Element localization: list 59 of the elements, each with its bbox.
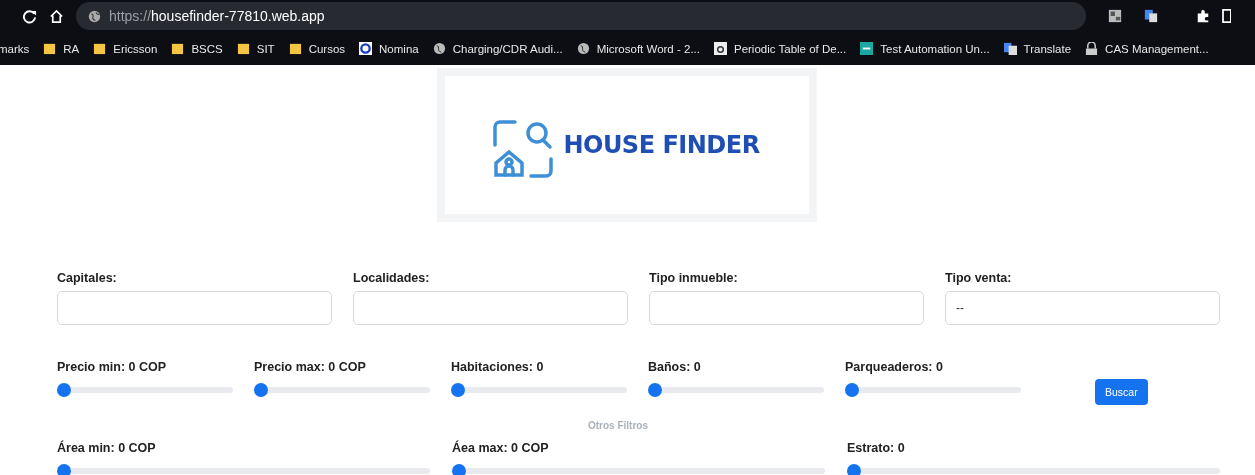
slider-thumb[interactable]: [648, 383, 662, 397]
folder-icon: [93, 42, 107, 55]
bookmark[interactable]: Microsoft Word - 2...: [576, 42, 700, 55]
lock-icon: [1085, 42, 1099, 55]
house-search-icon: [493, 119, 554, 179]
logo-text: HOUSE FINDER: [563, 131, 760, 159]
slider-thumb[interactable]: [57, 383, 71, 397]
slider-label: Precio max: 0 COP: [254, 360, 367, 374]
bookmark[interactable]: Cursos: [288, 42, 346, 55]
input-field[interactable]: --: [945, 291, 1220, 325]
slider-label: Áea max: 0 COP: [452, 441, 550, 455]
slider-thumb[interactable]: [845, 383, 859, 397]
bookmark[interactable]: Nomina: [359, 42, 419, 55]
bookmark[interactable]: CAS Management...: [1085, 42, 1209, 55]
folder-icon: [236, 42, 250, 55]
field-label: Localidades:: [353, 271, 431, 285]
document-icon: [713, 42, 727, 55]
slider-thumb[interactable]: [254, 383, 268, 397]
ring-icon: [359, 42, 373, 55]
bookmark[interactable]: BSCS: [171, 42, 223, 55]
translate-icon: [1003, 42, 1017, 55]
puzzle-icon[interactable]: [1196, 9, 1210, 23]
input-field[interactable]: [649, 291, 924, 325]
folder-icon: [171, 42, 185, 55]
field-label: Capitales:: [57, 271, 118, 285]
globe-icon: [88, 9, 101, 23]
field-label: Tipo venta:: [945, 271, 1013, 285]
slider-label: Habitaciones: 0: [451, 360, 545, 374]
slider-label: Baños: 0: [648, 360, 702, 374]
extension-icon[interactable]: [1108, 9, 1122, 23]
window-icon[interactable]: [1222, 9, 1231, 23]
slider-thumb[interactable]: [452, 464, 466, 475]
bookmark[interactable]: Charging/CDR Audi...: [432, 42, 563, 55]
slider-label: Parqueaderos: 0: [845, 360, 944, 374]
slider-label: Precio min: 0 COP: [57, 360, 168, 374]
address-bar[interactable]: https://housefinder-77810.web.app: [76, 2, 1086, 30]
folder-icon: [43, 42, 57, 55]
slider-label: Área min: 0 COP: [57, 441, 157, 455]
slider-thumb[interactable]: [57, 464, 71, 475]
globe-icon: [432, 42, 446, 55]
input-field[interactable]: [353, 291, 628, 325]
bookmark[interactable]: Ericsson: [93, 42, 158, 55]
translate-icon[interactable]: [1144, 9, 1158, 23]
field-label: Tipo inmueble:: [649, 271, 739, 285]
bookmark[interactable]: Translate: [1003, 42, 1072, 55]
tile-icon: [860, 42, 874, 55]
slider-label: Estrato: 0: [847, 441, 906, 455]
slider-thumb[interactable]: [451, 383, 465, 397]
bookmark[interactable]: SIT: [236, 42, 275, 55]
bookmark[interactable]: Test Automation Un...: [860, 42, 990, 55]
globe-icon: [576, 42, 590, 55]
input-field[interactable]: [57, 291, 332, 325]
search-button[interactable]: Buscar: [1095, 379, 1148, 405]
bookmark[interactable]: Periodic Table of De...: [713, 42, 847, 55]
home-icon[interactable]: [49, 8, 64, 24]
bookmark[interactable]: RA: [43, 42, 80, 55]
folder-icon: [288, 42, 302, 55]
reload-icon[interactable]: [22, 8, 37, 24]
slider-thumb[interactable]: [847, 464, 861, 475]
